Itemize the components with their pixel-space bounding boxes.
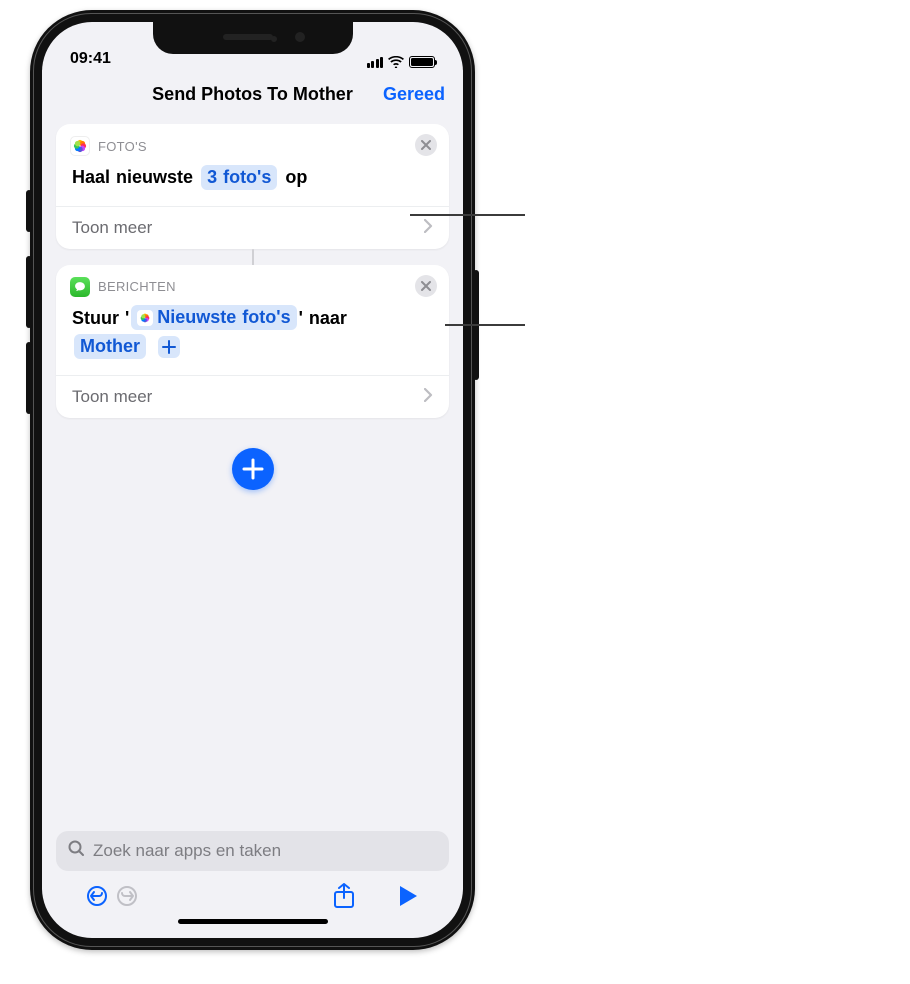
card-app-label: BERICHTEN [98,279,176,294]
photos-mini-icon [137,310,153,326]
recipient-param[interactable]: Mother [74,334,146,359]
show-more-label: Toon meer [72,218,152,238]
share-button[interactable] [329,881,359,911]
show-more-row[interactable]: Toon meer [56,206,449,249]
chevron-right-icon [424,387,433,407]
run-button[interactable] [393,881,423,911]
mute-switch [26,190,32,232]
redo-button[interactable] [112,881,142,911]
photos-app-icon [70,136,90,156]
page-title: Send Photos To Mother [152,84,353,105]
volume-up-button [26,256,32,328]
undo-button[interactable] [82,881,112,911]
delete-action-button[interactable] [415,275,437,297]
action-card-messages[interactable]: BERICHTEN Stuur ' [56,265,449,418]
text: Stuur ' [72,308,129,328]
photo-count-param[interactable]: 3 foto's [201,165,277,190]
home-indicator[interactable] [178,919,328,924]
delete-action-button[interactable] [415,134,437,156]
wifi-icon [388,56,404,68]
callout-line [410,214,525,216]
show-more-label: Toon meer [72,387,152,407]
battery-icon [409,56,435,68]
card-header: FOTO'S [56,124,449,162]
text: ' naar [299,308,347,328]
volume-down-button [26,342,32,414]
nav-bar: Send Photos To Mother Gereed [42,70,463,118]
text: Haal nieuwste [72,167,193,187]
action-card-photos[interactable]: FOTO'S Haal nieuwste 3 foto's op Toon me… [56,124,449,249]
phone-frame: 09:41 Send Photos To Mother Gereed [30,10,475,950]
callout-line [445,324,525,326]
done-button[interactable]: Gereed [383,84,445,105]
toolbar [56,871,449,913]
editor-canvas: FOTO'S Haal nieuwste 3 foto's op Toon me… [42,118,463,831]
action-description: Stuur ' [56,303,449,375]
screen: 09:41 Send Photos To Mother Gereed [42,22,463,938]
search-icon [68,840,85,862]
add-recipient-button[interactable] [158,336,180,358]
chevron-right-icon [424,218,433,238]
text: op [285,167,307,187]
pill-label: Nieuwste foto's [157,305,290,330]
card-app-label: FOTO'S [98,139,147,154]
messages-app-icon [70,277,90,297]
status-right [367,56,436,68]
message-content-param[interactable]: Nieuwste foto's [131,305,296,330]
search-field[interactable]: Zoek naar apps en taken [56,831,449,871]
notch [153,22,353,54]
show-more-row[interactable]: Toon meer [56,375,449,418]
add-action-button[interactable] [232,448,274,490]
search-placeholder: Zoek naar apps en taken [93,841,281,861]
cellular-icon [367,57,384,68]
status-time: 09:41 [70,50,111,68]
action-description: Haal nieuwste 3 foto's op [56,162,449,206]
bottom-area: Zoek naar apps en taken [42,831,463,938]
card-header: BERICHTEN [56,265,449,303]
